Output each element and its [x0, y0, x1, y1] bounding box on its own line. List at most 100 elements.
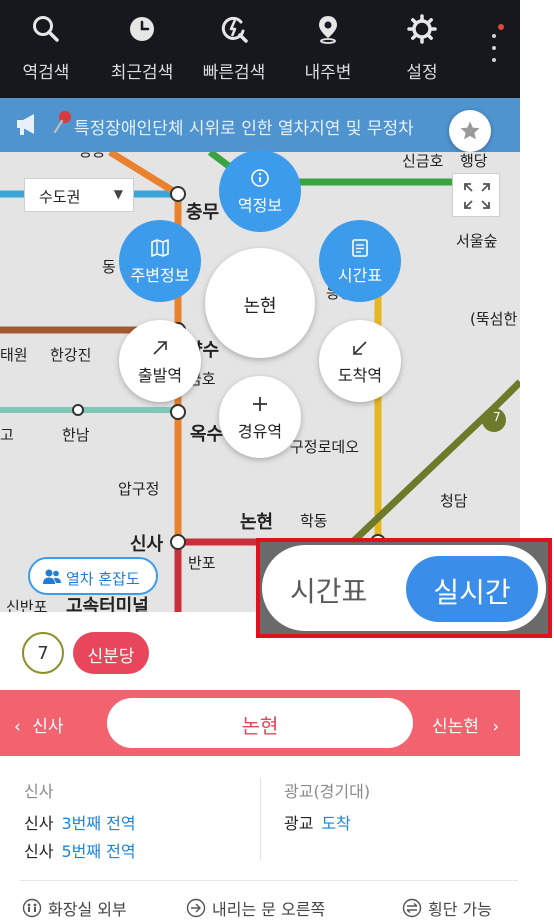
next-station-button[interactable]: 신논현 ›	[432, 712, 499, 737]
departure-label: 출발역	[137, 366, 183, 385]
nav-fast-search[interactable]: 빠른검색	[188, 0, 280, 98]
row-station: 신사	[24, 842, 54, 861]
via-label: 경유역	[237, 422, 283, 441]
map-icon	[151, 239, 169, 257]
notification-dot	[498, 24, 504, 30]
right-edge	[520, 98, 554, 612]
nearby-info-label: 주변정보	[130, 266, 190, 285]
nearby-info-button[interactable]: 주변정보	[119, 220, 201, 302]
row-status: 5번째 전역	[61, 842, 136, 861]
nav-label: 최근검색	[110, 63, 174, 83]
crossing-icon	[402, 898, 422, 918]
via-button[interactable]: 경유역	[219, 376, 301, 458]
current-station[interactable]: 논현	[107, 698, 413, 748]
direction-head: 신사	[24, 782, 54, 801]
map-station-label[interactable]: 태원	[0, 344, 28, 365]
nav-label: 설정	[406, 63, 438, 83]
map-station-label[interactable]: 충무	[186, 198, 219, 224]
selected-station-name: 논현	[243, 296, 277, 317]
region-select[interactable]: 수도권 ▼	[24, 178, 134, 212]
list-icon	[352, 239, 368, 257]
timetable-button[interactable]: 시간표	[319, 220, 401, 302]
notice-banner[interactable]: 특정장애인단체 시위로 인한 열차지연 및 무정차	[0, 98, 520, 152]
right-edge	[520, 0, 554, 98]
direction-info-right: 광교(경기대) 광교 도착	[284, 778, 370, 838]
caret-down-icon: ▼	[113, 187, 123, 201]
selected-station[interactable]: 논현	[205, 248, 315, 358]
map-station-label[interactable]: 반포	[188, 552, 216, 573]
expand-icon	[464, 183, 490, 209]
map-station-label[interactable]: 논현	[240, 508, 273, 534]
train-congestion-label: 열차 혼잡도	[66, 570, 140, 588]
door-arrow-icon	[186, 898, 206, 918]
nav-station-search[interactable]: 역검색	[0, 0, 92, 98]
map-station-label[interactable]: 고	[0, 424, 14, 445]
arrival-row: 광교 도착	[284, 810, 370, 838]
arrival-label: 도착역	[337, 366, 383, 385]
toggle-timetable-option[interactable]: 시간표	[290, 570, 367, 610]
nav-label: 내주변	[304, 63, 352, 83]
line-number-badge[interactable]: 7	[22, 632, 64, 674]
restroom-icon	[22, 898, 42, 918]
map-station-label[interactable]: 고속터미널	[66, 592, 149, 612]
chevron-left-icon: ‹	[14, 717, 21, 737]
notice-text: 특정장애인단체 시위로 인한 열차지연 및 무정차	[74, 119, 414, 139]
row-station: 신사	[24, 814, 54, 833]
pushpin-icon	[53, 111, 71, 134]
divider	[260, 778, 261, 860]
map-station-label[interactable]: 행당	[460, 152, 488, 171]
nav-label: 빠른검색	[202, 63, 266, 83]
line7-badge: 7	[493, 410, 501, 424]
arrival-row: 신사 5번째 전역	[24, 838, 136, 866]
more-menu-icon[interactable]	[486, 24, 504, 70]
map-station-label[interactable]: 동	[102, 256, 116, 277]
map-station-label[interactable]: 한강진	[50, 344, 91, 365]
gear-icon	[407, 14, 437, 44]
line-name-badge[interactable]: 신분당	[73, 632, 149, 674]
nav-recent-search[interactable]: 최근검색	[96, 0, 188, 98]
map-station-label[interactable]: 신사	[130, 530, 163, 556]
info-icon	[251, 169, 269, 187]
row-status: 3번째 전역	[61, 814, 136, 833]
row-status: 도착	[321, 814, 351, 833]
facility-label: 횡단 가능	[428, 900, 492, 919]
map-station-label[interactable]: 한남	[62, 424, 90, 445]
map-station-label[interactable]: 청담	[440, 490, 468, 511]
favorite-button[interactable]	[449, 110, 491, 152]
top-navigation: 역검색 최근검색 빠른검색 내주변 설정	[0, 0, 520, 98]
arrival-button[interactable]: 도착역	[319, 320, 401, 402]
nav-nearby[interactable]: 내주변	[282, 0, 374, 98]
timetable-label: 시간표	[337, 266, 383, 285]
facility-label: 화장실 외부	[48, 900, 127, 919]
map-station-label[interactable]: 신반포	[6, 596, 47, 612]
arrival-row: 신사 3번째 전역	[24, 810, 136, 838]
map-station-label[interactable]: (뚝섬한	[470, 308, 517, 329]
map-station-label[interactable]: 학동	[300, 510, 328, 531]
location-pin-icon	[319, 16, 337, 44]
facility-label: 내리는 문 오른쪽	[212, 900, 326, 919]
nav-settings[interactable]: 설정	[376, 0, 468, 98]
row-station: 광교	[284, 814, 314, 833]
map-station-label[interactable]: 서울숲	[456, 230, 497, 251]
departure-button[interactable]: 출발역	[119, 320, 201, 402]
fullscreen-button[interactable]	[452, 173, 500, 217]
map-station-label[interactable]: 신금호	[402, 152, 443, 171]
train-congestion-button[interactable]: 열차 혼잡도	[28, 557, 158, 595]
map-station-label[interactable]: 압구정	[118, 478, 159, 499]
arrow-up-right-icon	[153, 341, 167, 355]
station-info-button[interactable]: 역정보	[219, 150, 301, 232]
star-icon	[460, 121, 480, 140]
nav-label: 역검색	[22, 63, 70, 83]
megaphone-icon	[17, 114, 34, 135]
station-info-label: 역정보	[237, 196, 283, 215]
toggle-realtime-option[interactable]: 실시간	[406, 556, 538, 622]
previous-station-button[interactable]: ‹ 신사	[14, 712, 64, 737]
people-icon	[43, 569, 61, 584]
region-select-value: 수도권	[39, 188, 81, 206]
search-icon	[33, 16, 59, 42]
divider	[20, 880, 518, 881]
station-navigation-bar: ‹ 신사 논현 신논현 ›	[0, 690, 520, 756]
map-station-label[interactable]: 명동	[78, 152, 106, 161]
chevron-right-icon: ›	[492, 717, 500, 737]
next-station-name: 신논현	[432, 717, 479, 737]
